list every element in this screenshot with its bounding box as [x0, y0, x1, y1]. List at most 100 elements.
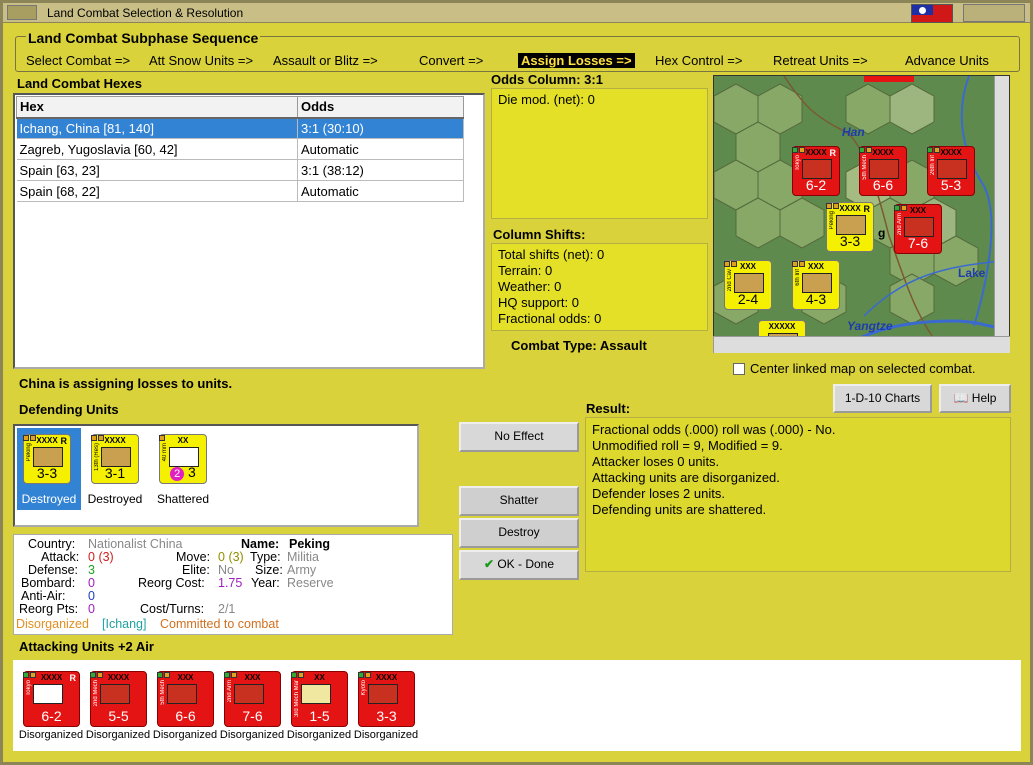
column-shifts-header: Column Shifts: [493, 227, 586, 242]
destroy-button[interactable]: Destroy [459, 518, 579, 548]
phase-advance-units[interactable]: Advance Units [905, 53, 989, 68]
phase-select-combat[interactable]: Select Combat => [26, 53, 130, 68]
attacker-kyoto[interactable]: XXXX Kyoto 3-3 [358, 671, 415, 727]
detail-attack: 0 (3) [88, 550, 114, 564]
counter-size: XXXX [375, 673, 398, 682]
counter-size: XXX [177, 673, 194, 682]
militia-symbol-icon [33, 447, 63, 467]
map-counter-6th-inf[interactable]: XXX 6th Inf 4-3 [792, 260, 840, 310]
mech-symbol-icon [869, 159, 899, 179]
counter-name: 6th Inf [795, 269, 801, 286]
detail-country: Nationalist China [88, 537, 183, 551]
window-menu-icon[interactable] [7, 5, 37, 20]
counter-name: Peking [829, 211, 835, 230]
hq-symbol-icon [101, 447, 131, 467]
shatter-button[interactable]: Shatter [459, 486, 579, 516]
phase-convert[interactable]: Convert => [419, 53, 483, 68]
map-vertical-scrollbar[interactable] [994, 76, 1009, 350]
odds-panel: Die mod. (net): 0 [491, 88, 708, 219]
defender-13th-res[interactable]: XXXX 13th (Res) 3-1 [91, 434, 139, 484]
help-button[interactable]: 📖 Help [939, 384, 1011, 413]
hex-list[interactable]: Hex Odds Ichang, China [81, 140] 3:1 (30:1… [13, 93, 485, 369]
table-row[interactable]: Spain [68, 22] Automatic [16, 180, 464, 202]
detail-year: Reserve [287, 576, 334, 590]
detail-disorganized: Disorganized [16, 617, 89, 631]
close-button[interactable] [963, 4, 1025, 22]
defender-peking[interactable]: XXXX Peking R 3-3 [23, 434, 71, 484]
map-counter-2nd-arm[interactable]: XXX 2nd Arm 7-6 [894, 204, 942, 254]
combat-window: Land Combat Selection & Resolution Land … [0, 0, 1033, 765]
phase-retreat-units[interactable]: Retreat Units => [773, 53, 868, 68]
infantry-symbol-icon [802, 273, 832, 293]
move-value: 0 [218, 550, 225, 564]
counter-name: 2nd Arm [227, 680, 233, 703]
counter-value: 6-2 [41, 708, 62, 724]
attacker-3rd-mech-mar[interactable]: XX 3rd Mech Mar 1-5 [291, 671, 348, 727]
map-counter-5th-mech[interactable]: XXXX 5th Mech 6-6 [859, 146, 907, 196]
counter-size: XX [314, 673, 325, 682]
table-row[interactable]: Spain [63, 23] 3:1 (38:12) [16, 159, 464, 181]
no-effect-button[interactable]: No Effect [459, 422, 579, 452]
counter-value: 5-3 [940, 177, 962, 193]
table-row[interactable]: Zagreb, Yugoslavia [60, 42] Automatic [16, 138, 464, 160]
detail-move: 0 (3) [218, 550, 244, 564]
detail-defense-label: Defense: [28, 563, 79, 577]
shift-terrain: Terrain: 0 [498, 263, 553, 278]
attacker-tokyo[interactable]: XXXX Tokyo R 6-2 [23, 671, 80, 727]
attack-value: 0 [88, 550, 95, 564]
phase-assign-losses[interactable]: Assign Losses => [518, 53, 635, 68]
counter-name: Tokyo [795, 155, 801, 171]
center-map-label: Center linked map on selected combat. [750, 361, 976, 376]
charts-button[interactable]: 1-D-10 Charts [833, 384, 932, 413]
odds-column-header: Odds Column: 3:1 [491, 72, 603, 87]
counter-value: 6-2 [805, 177, 827, 193]
column-shifts-panel: Total shifts (net): 0 Terrain: 0 Weather… [491, 243, 708, 331]
linked-map[interactable]: Han Lake Yangtze g XXXX Tokyo R 6-2 XXXX 5th… [713, 75, 1010, 351]
title-bar[interactable]: Land Combat Selection & Resolution [3, 3, 1030, 23]
odds-cell: Automatic [297, 138, 464, 160]
counter-value: 7-6 [907, 235, 929, 251]
counter-value: 1-5 [309, 708, 330, 724]
map-counter-26th-inf[interactable]: XXXX 26th Inf 5-3 [927, 146, 975, 196]
map-counter-peking[interactable]: XXXX Peking R 3-3 [826, 202, 874, 252]
map-counter-2nd-cav[interactable]: XXX 2nd Cav 2-4 [724, 260, 772, 310]
counter-r: R [863, 204, 871, 214]
center-map-checkbox[interactable] [733, 363, 745, 375]
counter-r: R [60, 436, 68, 446]
shift-fractional: Fractional odds: 0 [498, 311, 602, 326]
result-panel: Fractional odds (.000) roll was (.000) -… [585, 417, 1011, 572]
ok-done-button[interactable]: ✔ OK - Done [459, 550, 579, 580]
phase-hex-control[interactable]: Hex Control => [655, 53, 742, 68]
window-title: Land Combat Selection & Resolution [47, 6, 244, 20]
odds-cell: 3:1 (38:12) [297, 159, 464, 181]
counter-name: 40 mm [162, 443, 168, 462]
column-hex[interactable]: Hex [16, 96, 298, 119]
detail-reorg-pts: 0 [88, 602, 95, 616]
attacker-status: Disorganized [353, 729, 419, 741]
detail-size: Army [287, 563, 317, 577]
counter-size: XXXX [107, 673, 130, 682]
detail-antiair-label: Anti-Air: [21, 589, 66, 603]
map-horizontal-scrollbar[interactable] [713, 336, 1010, 353]
phase-att-snow[interactable]: Att Snow Units => [149, 53, 253, 68]
nationalist-china-flag-icon [911, 4, 953, 23]
defender-status: Destroyed [21, 492, 77, 506]
result-line: Attacking units are disorganized. [592, 470, 780, 485]
attacker-2nd-arm[interactable]: XXX 2nd Arm 7-6 [224, 671, 281, 727]
counter-value: 3-3 [376, 708, 397, 724]
attacker-5th-mech[interactable]: XXX 5th Mech 6-6 [157, 671, 214, 727]
attacker-2nd-mech[interactable]: XXXX 2nd Mech 5-5 [90, 671, 147, 727]
phase-assault-blitz[interactable]: Assault or Blitz => [273, 53, 378, 68]
counter-name: Peking [26, 443, 32, 462]
column-odds[interactable]: Odds [297, 96, 464, 119]
detail-name: Peking [289, 537, 330, 551]
result-line: Defending units are shattered. [592, 502, 767, 517]
table-row[interactable]: Ichang, China [81, 140] 3:1 (30:10) [16, 117, 464, 139]
defender-40mm[interactable]: XX 40 mm 2 3 [159, 434, 207, 484]
counter-value: 6-6 [175, 708, 196, 724]
counter-value: 5-5 [108, 708, 129, 724]
status-message: China is assigning losses to units. [19, 376, 233, 391]
counter-value: 3-3 [839, 233, 861, 249]
attacker-status: Disorganized [219, 729, 285, 741]
map-counter-tokyo[interactable]: XXXX Tokyo R 6-2 [792, 146, 840, 196]
